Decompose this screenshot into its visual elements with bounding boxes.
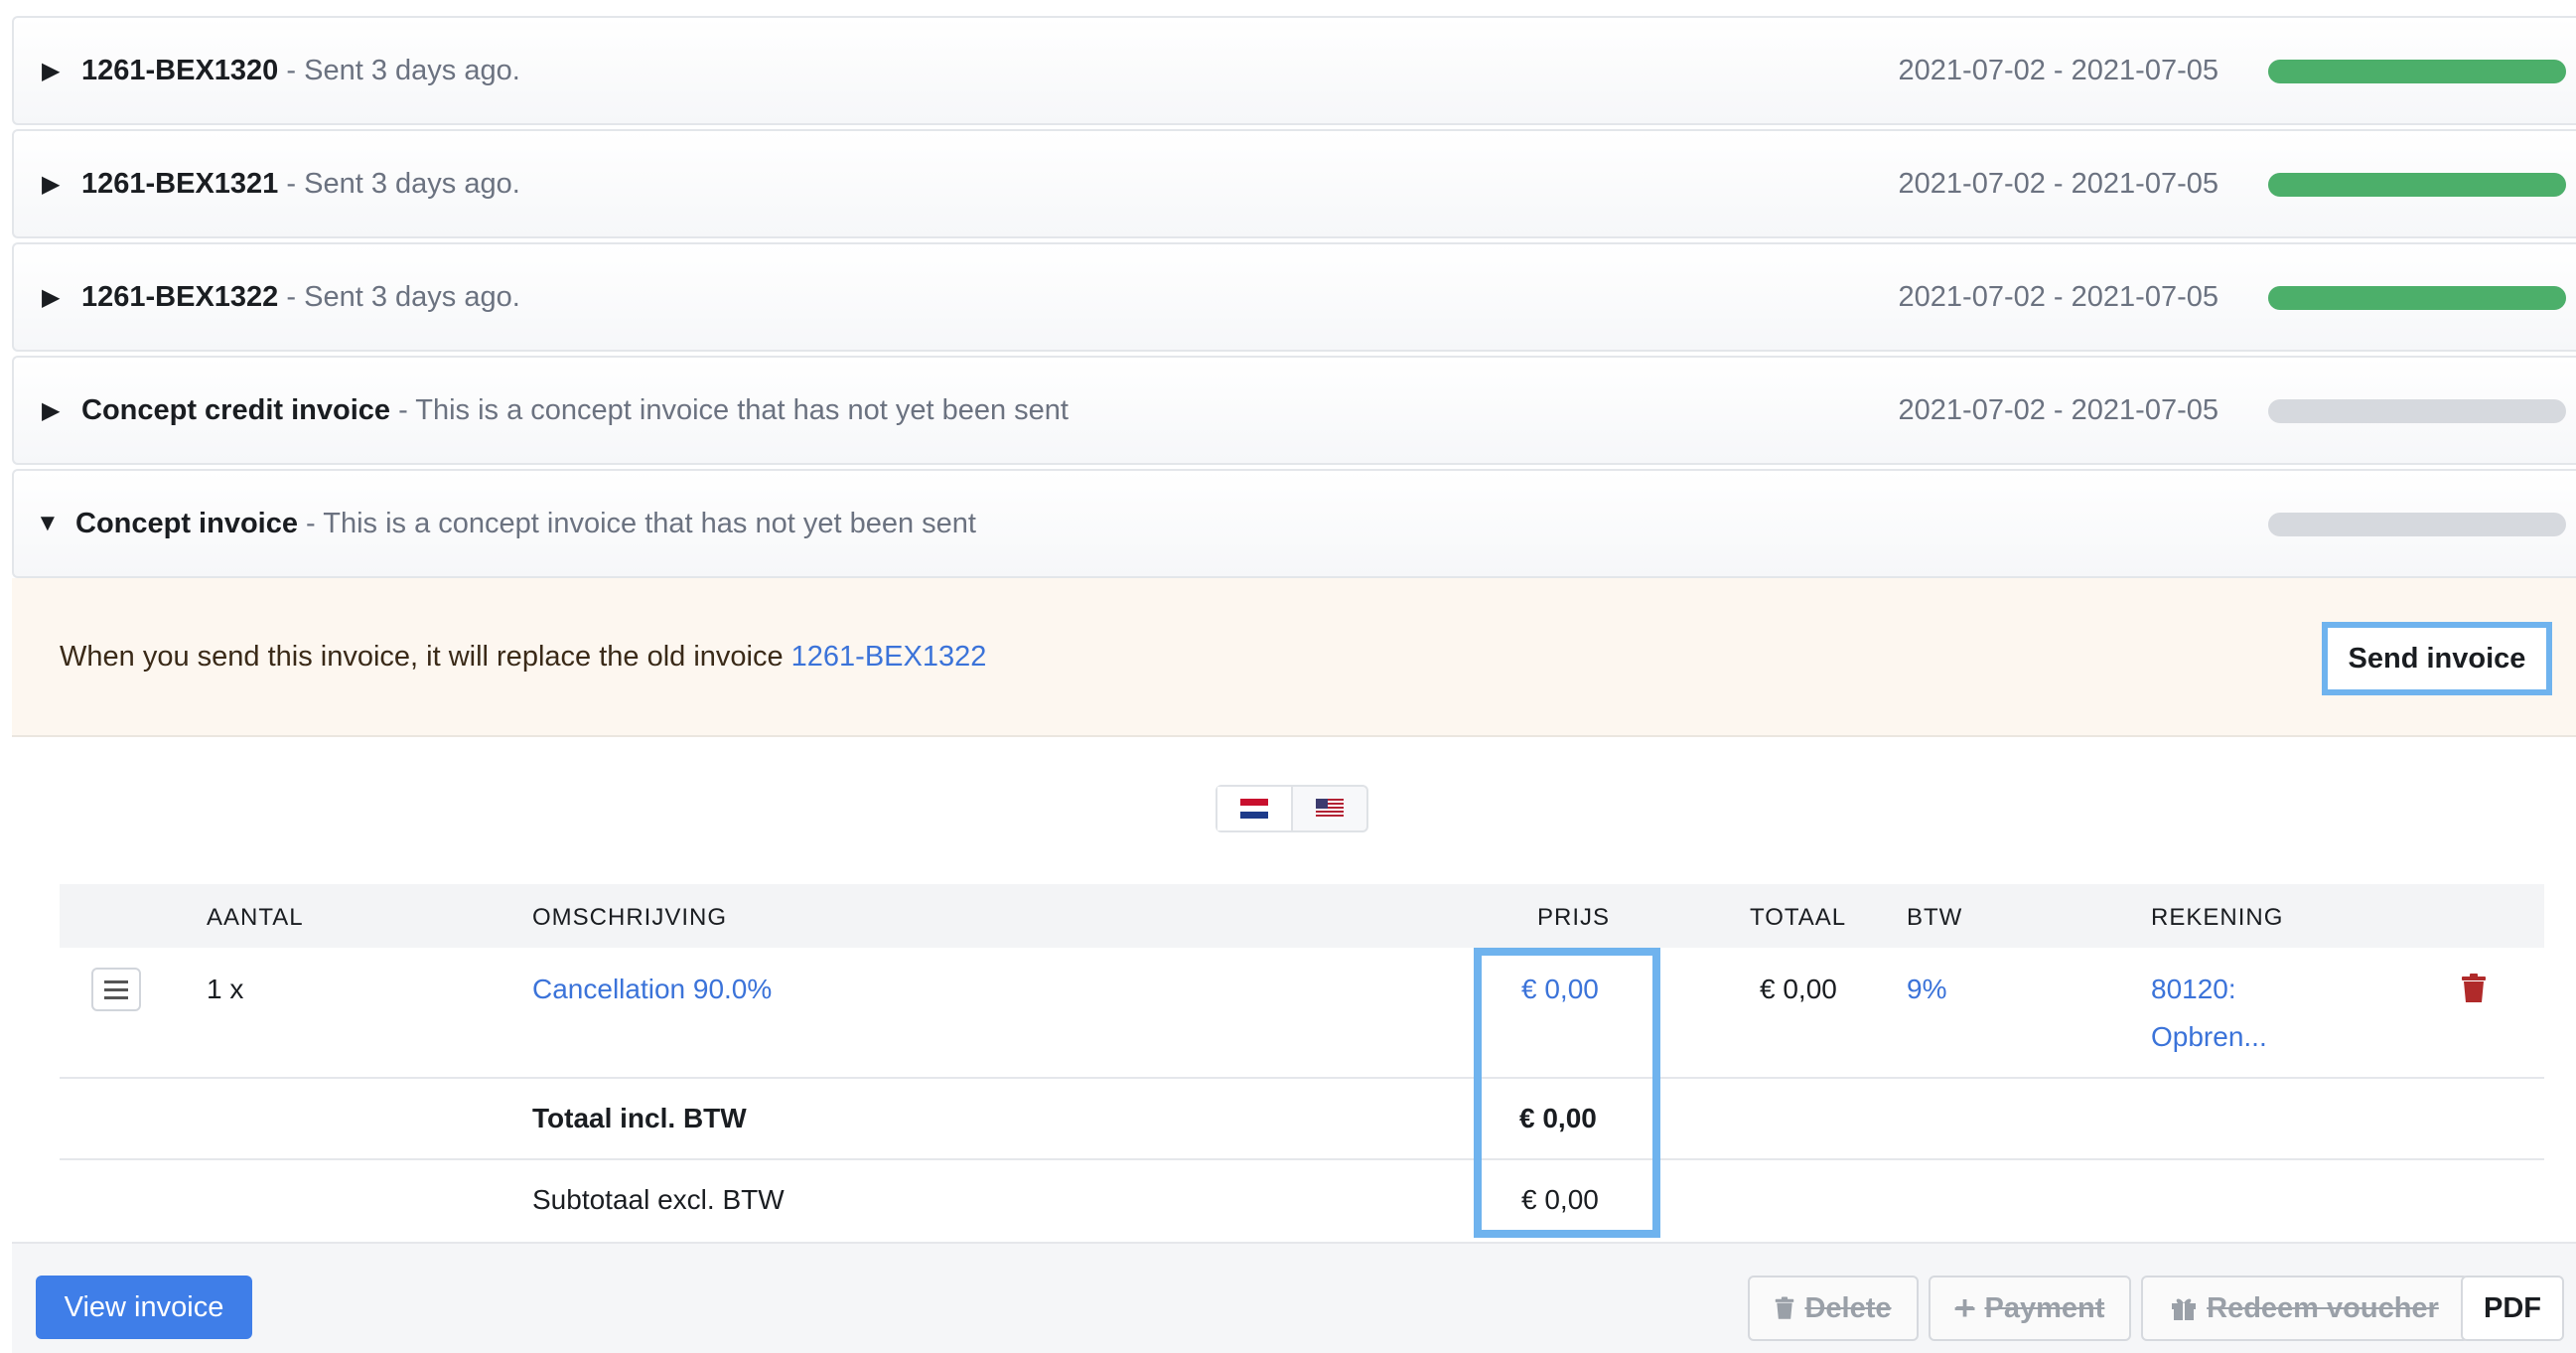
total-incl-value: € 0,00 (1519, 1103, 1597, 1133)
netherlands-flag-icon (1240, 799, 1268, 819)
invoice-status: - This is a concept invoice that has not… (298, 507, 976, 539)
progress-bar (2268, 286, 2566, 310)
progress-fill (2268, 286, 2566, 310)
line-account-name[interactable]: Opbren... (2151, 1021, 2267, 1053)
delete-button[interactable]: Delete (1748, 1276, 1919, 1341)
invoice-row-concept-credit[interactable]: ▶ Concept credit invoice - This is a con… (12, 356, 2576, 465)
invoice-lines-table: AANTAL OMSCHRIJVING PRIJS TOTAAL BTW REK… (60, 884, 2544, 1242)
invoice-name: 1261-BEX1321 (81, 167, 279, 200)
replace-notice: When you send this invoice, it will repl… (12, 578, 2576, 737)
expand-arrow-icon[interactable]: ▶ (42, 283, 81, 312)
invoice-status: - Sent 3 days ago. (278, 54, 520, 86)
drag-menu-icon[interactable] (91, 968, 141, 1011)
invoice-dates: 2021-07-02 - 2021-07-05 (1898, 393, 2218, 426)
action-footer: View invoice Delete + Payment Redeem vou… (12, 1242, 2576, 1353)
header-omschrijving: OMSCHRIJVING (532, 904, 728, 931)
invoice-status: - Sent 3 days ago. (278, 280, 520, 313)
invoice-status: - Sent 3 days ago. (278, 167, 520, 200)
invoice-row-1322[interactable]: ▶ 1261-BEX1322 - Sent 3 days ago. 2021-0… (12, 242, 2576, 352)
line-total: € 0,00 (1760, 974, 1837, 1004)
invoice-name: Concept credit invoice (81, 393, 391, 426)
progress-bar (2268, 399, 2566, 423)
language-nl-button[interactable] (1217, 787, 1291, 830)
header-btw: BTW (1907, 904, 1963, 931)
progress-bar (2268, 173, 2566, 197)
invoice-dates: 2021-07-02 - 2021-07-05 (1898, 167, 2218, 200)
pdf-button[interactable]: PDF (2461, 1276, 2564, 1341)
line-quantity: 1 x (207, 974, 244, 1004)
invoice-dates: 2021-07-02 - 2021-07-05 (1898, 54, 2218, 86)
table-header: AANTAL OMSCHRIJVING PRIJS TOTAAL BTW REK… (60, 884, 2544, 948)
progress-bar (2268, 513, 2566, 536)
invoice-dates: 2021-07-02 - 2021-07-05 (1898, 280, 2218, 313)
language-switch (1216, 785, 1368, 832)
invoice-row-1321[interactable]: ▶ 1261-BEX1321 - Sent 3 days ago. 2021-0… (12, 129, 2576, 238)
trash-icon (1776, 1296, 1794, 1319)
invoice-name: 1261-BEX1320 (81, 54, 279, 86)
line-account[interactable]: 80120: (2151, 974, 2236, 1005)
progress-bar (2268, 60, 2566, 83)
expand-arrow-icon[interactable]: ▶ (42, 396, 81, 425)
voucher-label: Redeem voucher (2207, 1291, 2439, 1324)
collapse-arrow-icon[interactable]: ▼ (36, 510, 75, 537)
trash-icon[interactable] (2461, 974, 2487, 1003)
subtotal-excl-value: € 0,00 (1521, 1184, 1599, 1215)
line-price[interactable]: € 0,00 (1521, 974, 1599, 1005)
invoice-name: 1261-BEX1322 (81, 280, 279, 313)
progress-fill (2268, 173, 2566, 197)
subtotal-excl-label: Subtotaal excl. BTW (532, 1184, 785, 1215)
header-prijs: PRIJS (1537, 904, 1611, 931)
language-en-button[interactable] (1291, 787, 1366, 830)
header-totaal: TOTAAL (1750, 904, 1847, 931)
header-rekening: REKENING (2151, 904, 2284, 931)
subtotal-excl-row: Subtotaal excl. BTW € 0,00 (60, 1160, 2544, 1242)
total-incl-row: Totaal incl. BTW € 0,00 (60, 1079, 2544, 1160)
send-invoice-button[interactable]: Send invoice (2322, 622, 2552, 695)
total-incl-label: Totaal incl. BTW (532, 1103, 747, 1133)
invoice-name: Concept invoice (75, 507, 298, 539)
header-aantal: AANTAL (207, 904, 304, 931)
table-row: 1 x Cancellation 90.0% € 0,00 € 0,00 9% … (60, 948, 2544, 1079)
expand-arrow-icon[interactable]: ▶ (42, 170, 81, 199)
notice-text: When you send this invoice, it will repl… (60, 640, 791, 673)
redeem-voucher-button[interactable]: Redeem voucher (2141, 1276, 2469, 1341)
old-invoice-link[interactable]: 1261-BEX1322 (791, 641, 987, 674)
expand-arrow-icon[interactable]: ▶ (42, 57, 81, 85)
invoice-list: ▶ 1261-BEX1320 - Sent 3 days ago. 2021-0… (12, 16, 2576, 737)
view-invoice-button[interactable]: View invoice (36, 1276, 252, 1339)
gift-icon (2172, 1298, 2197, 1320)
plus-icon: + (1954, 1288, 1975, 1327)
invoice-row-1320[interactable]: ▶ 1261-BEX1320 - Sent 3 days ago. 2021-0… (12, 16, 2576, 125)
us-flag-icon (1316, 799, 1344, 819)
invoice-status: - This is a concept invoice that has not… (390, 393, 1069, 426)
invoice-row-concept[interactable]: ▼ Concept invoice - This is a concept in… (12, 469, 2576, 578)
line-description[interactable]: Cancellation 90.0% (532, 974, 772, 1005)
line-vat[interactable]: 9% (1907, 974, 1946, 1005)
payment-button[interactable]: + Payment (1929, 1276, 2131, 1341)
delete-label: Delete (1804, 1291, 1892, 1324)
progress-fill (2268, 60, 2566, 83)
payment-label: Payment (1984, 1291, 2105, 1324)
